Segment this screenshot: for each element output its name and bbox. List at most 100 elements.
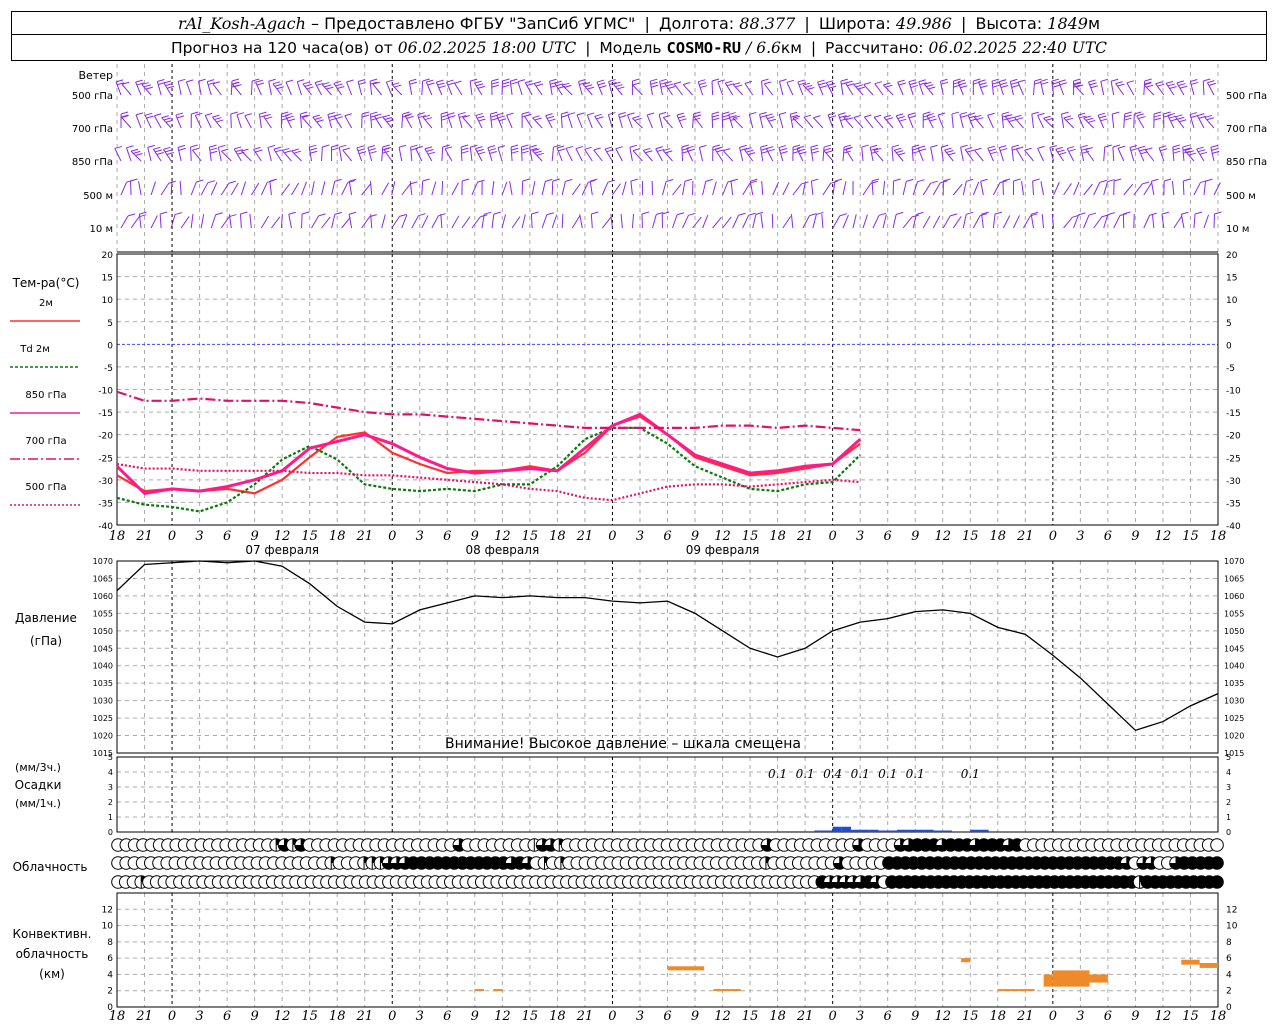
wind-barb bbox=[1063, 216, 1073, 229]
series-line bbox=[116, 462, 861, 502]
wind-barb-flag bbox=[166, 151, 174, 155]
wind-barb bbox=[120, 181, 128, 196]
wind-barb bbox=[440, 113, 443, 129]
wind-barb-flag bbox=[207, 79, 215, 83]
x-tick-label: 15 bbox=[522, 1009, 539, 1024]
wind-barb bbox=[763, 83, 774, 96]
wind-barb bbox=[932, 215, 941, 229]
wind-barb bbox=[589, 181, 593, 196]
wind-barb-flag bbox=[1203, 78, 1211, 82]
wind-barb-flag bbox=[711, 111, 720, 115]
wind-barb-flag bbox=[735, 84, 743, 88]
wind-barb-flag bbox=[163, 146, 171, 150]
wind-barb-flag bbox=[917, 179, 925, 183]
wind-barb-flag bbox=[967, 112, 976, 116]
wind-barb-flag bbox=[145, 112, 153, 116]
wind-barb-flag bbox=[322, 144, 330, 148]
wind-barb-flag bbox=[591, 211, 599, 215]
wind-barb bbox=[864, 116, 874, 129]
wind-barb-flag bbox=[684, 178, 693, 182]
wind-barb-flag bbox=[1126, 80, 1135, 84]
wind-barb-flag bbox=[493, 211, 501, 215]
wind-barb-flag bbox=[813, 115, 821, 119]
wind-barb bbox=[114, 148, 122, 162]
wind-barb bbox=[630, 181, 633, 196]
wind-barb bbox=[1024, 149, 1034, 162]
wind-barb-flag bbox=[1199, 151, 1207, 155]
legend-label: Td 2м bbox=[19, 344, 50, 355]
x-tick-label: 12 bbox=[714, 529, 731, 544]
wind-barb-flag bbox=[811, 178, 819, 182]
wind-barb-flag bbox=[960, 114, 968, 118]
wind-barb bbox=[1073, 181, 1080, 196]
wind-panel-title: Ветер bbox=[79, 69, 113, 82]
wind-barb-flag bbox=[712, 114, 720, 118]
wind-barb-flag bbox=[275, 149, 283, 153]
wind-barb-flag bbox=[234, 146, 242, 150]
wind-barb bbox=[662, 117, 673, 129]
x-tick-label: 6 bbox=[223, 529, 231, 544]
wind-barb-flag bbox=[221, 148, 229, 152]
precip-value-label: 0.1 bbox=[796, 767, 815, 781]
wind-barb-flag bbox=[342, 147, 350, 151]
wind-barb-flag bbox=[146, 115, 154, 119]
x-tick-label: 12 bbox=[714, 1009, 731, 1024]
wind-barb bbox=[300, 213, 303, 229]
wind-barb-flag bbox=[195, 112, 203, 116]
wind-barb bbox=[779, 81, 784, 96]
precip-unit-top: (мм/3ч.) bbox=[15, 761, 61, 774]
wind-barb-flag bbox=[1153, 117, 1162, 121]
wind-barb bbox=[692, 216, 702, 229]
wind-barb-flag bbox=[676, 212, 685, 216]
wind-barb bbox=[721, 113, 724, 129]
convective-bar bbox=[474, 989, 484, 992]
x-tick-label: 3 bbox=[1076, 1009, 1084, 1024]
wind-barb bbox=[873, 150, 884, 162]
wind-barb-flag bbox=[335, 83, 343, 87]
wind-barb-flag bbox=[767, 148, 775, 152]
wind-barb-flag bbox=[510, 78, 518, 82]
wind-barb-flag bbox=[607, 179, 616, 183]
wind-barb-flag bbox=[448, 115, 456, 119]
wind-barb bbox=[761, 181, 764, 196]
wind-barb-flag bbox=[133, 150, 141, 154]
wind-barb-flag bbox=[490, 111, 498, 115]
wind-barb-flag bbox=[1088, 79, 1096, 83]
wind-barb bbox=[381, 182, 390, 196]
wind-barb-flag bbox=[1170, 118, 1178, 122]
wind-barb-flag bbox=[792, 144, 801, 148]
wind-barb bbox=[790, 214, 794, 229]
x-tick-label: 18 bbox=[549, 1009, 566, 1024]
x-tick-label: 15 bbox=[301, 529, 318, 544]
wind-barb-flag bbox=[120, 111, 129, 115]
legend-label: 850 гПа bbox=[25, 390, 66, 401]
wind-barb-flag bbox=[154, 113, 162, 117]
day-label: 07 февраля bbox=[245, 543, 319, 557]
wind-barb-flag bbox=[1010, 81, 1019, 85]
wind-barb bbox=[469, 81, 473, 96]
wind-barb-flag bbox=[309, 147, 317, 151]
wind-barb-flag bbox=[409, 81, 417, 85]
wind-barb-flag bbox=[285, 79, 294, 83]
x-tick-label: 0 bbox=[168, 1009, 176, 1024]
wind-barb bbox=[1061, 114, 1065, 129]
y-tick-label: 1055 bbox=[1224, 609, 1244, 618]
wind-barb-flag bbox=[630, 178, 639, 182]
wind-barb-flag bbox=[209, 144, 217, 148]
precip-bar bbox=[860, 829, 870, 832]
wind-barb-flag bbox=[873, 114, 882, 118]
wind-barb-flag bbox=[1068, 148, 1076, 152]
wind-barb-flag bbox=[759, 111, 767, 115]
wind-barb-flag bbox=[135, 79, 143, 83]
wind-barb bbox=[190, 214, 194, 229]
wind-barb-flag bbox=[1149, 212, 1157, 216]
wind-barb-flag bbox=[673, 81, 682, 85]
wind-barb bbox=[341, 182, 349, 196]
wind-barb-flag bbox=[739, 144, 747, 148]
wind-barb-flag bbox=[318, 213, 326, 217]
y-tick-label: 1040 bbox=[1224, 662, 1244, 671]
wind-barb bbox=[361, 216, 371, 229]
wind-barb bbox=[1113, 215, 1121, 229]
x-tick-label: 12 bbox=[1155, 529, 1172, 544]
wind-barb-flag bbox=[1037, 112, 1045, 116]
